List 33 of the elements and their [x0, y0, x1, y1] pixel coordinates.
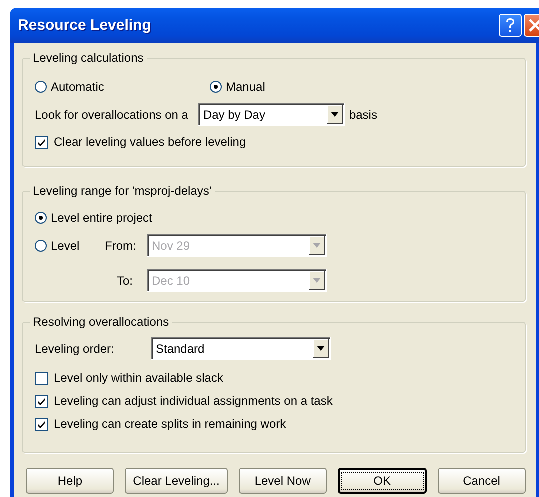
field-label: Look for overallocations on a [35, 108, 188, 122]
dialog-button[interactable]: Cancel [438, 468, 526, 494]
dropdown[interactable]: Day by Day [198, 103, 346, 126]
group-title: Resolving overallocations [32, 315, 170, 329]
radio-label: Automatic [51, 80, 104, 94]
radio-button[interactable] [35, 240, 47, 252]
group-title: Leveling calculations [32, 51, 145, 65]
radio-label: Level [51, 238, 80, 252]
radio-label: Manual [226, 80, 266, 94]
radio-button[interactable] [35, 81, 47, 93]
field-label: Leveling order: [35, 342, 116, 356]
dialog-button[interactable]: Help [26, 468, 114, 494]
dialog-button[interactable]: OK [338, 468, 427, 494]
radio-label: Level entire project [51, 211, 152, 225]
radio-button[interactable] [210, 81, 222, 93]
checkbox[interactable] [35, 372, 48, 384]
checkbox-label: Leveling can adjust individual assignments on a task [54, 394, 333, 408]
field-label: To: [117, 274, 134, 288]
dialog-button[interactable]: Clear Leveling... [125, 468, 228, 494]
checkbox-label: Leveling can create splits in remaining work [54, 417, 286, 431]
checkbox-label: Level only within available slack [54, 371, 224, 385]
field-label: basis [349, 108, 378, 122]
dropdown[interactable]: Standard [151, 337, 331, 360]
dialog-button[interactable]: Level Now [238, 468, 328, 494]
window-title: Resource Leveling [18, 17, 152, 34]
field-label: From: [105, 238, 138, 252]
radio-button[interactable] [35, 212, 47, 224]
checkbox-label: Clear leveling values before leveling [54, 135, 246, 149]
checkbox[interactable] [35, 394, 48, 408]
checkbox[interactable] [35, 418, 48, 430]
group-title: Leveling range for 'msproj-delays' [32, 184, 213, 198]
help-button[interactable] [499, 14, 522, 37]
checkbox[interactable] [35, 136, 48, 148]
